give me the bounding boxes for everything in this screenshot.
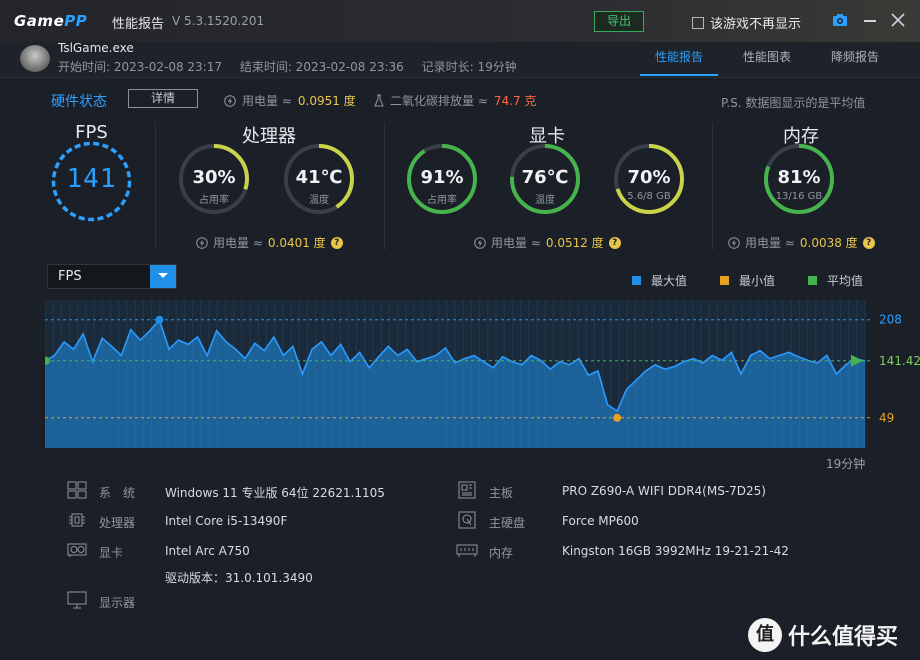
tab-performance-report[interactable]: 性能报告 — [640, 48, 718, 76]
total-power-value: 0.0951 度 — [297, 94, 356, 108]
disk-label: 主硬盘 — [489, 516, 526, 530]
game-avatar — [20, 45, 50, 72]
max-marker — [155, 315, 164, 324]
flask-icon — [374, 94, 384, 107]
tab-performance-chart[interactable]: 性能图表 — [728, 48, 806, 76]
watermark-logo: 值 — [748, 618, 782, 652]
cpu-usage-caption: 占用率 — [199, 195, 229, 206]
no-show-checkbox[interactable]: 该游戏不再显示 — [692, 13, 801, 32]
cpu-power: 用电量 ≈ 0.0401 度 ? — [196, 234, 343, 251]
session-times: 开始时间: 2023-02-08 23:17 结束时间: 2023-02-08 … — [58, 58, 531, 75]
disk-value: Force MP600 — [562, 514, 639, 528]
cpu-label: 处理器 — [99, 516, 136, 530]
exe-name: TslGame.exe — [58, 41, 134, 55]
cpu-usage-value: 30% — [192, 167, 236, 188]
watermark-text: 什么值得买 — [788, 625, 899, 650]
avg-value-label: 141.42 — [879, 354, 920, 368]
divider — [712, 122, 713, 250]
legend-item-min: 最小值 — [720, 272, 775, 289]
hardware-status-title: 硬件状态 — [51, 94, 107, 110]
os-label: 系 统 — [99, 486, 136, 500]
cpu-chip-icon — [69, 513, 85, 527]
duration: 记录时长: 19分钟 — [421, 60, 517, 74]
memory-power: 用电量 ≈ 0.0038 度 ? — [728, 234, 875, 251]
bolt-icon — [728, 236, 740, 249]
chevron-down-icon[interactable] — [150, 265, 176, 288]
cpu-temp-value: 41℃ — [295, 167, 343, 188]
gpu-mem-caption: 5.6/8 GB — [627, 191, 671, 202]
motherboard-label: 主板 — [489, 486, 514, 500]
minimize-icon[interactable] — [864, 20, 876, 22]
gpu-power-value: 0.0512 度 — [545, 236, 604, 250]
legend-item-avg: 平均值 — [808, 272, 863, 289]
fps-chart: 208 141.42 49 — [45, 300, 920, 448]
max-value-label: 208 — [879, 313, 902, 327]
camera-icon[interactable] — [832, 13, 848, 27]
bolt-icon — [196, 236, 208, 249]
ram-icon — [456, 544, 478, 557]
app-logo: GamePP — [14, 12, 88, 30]
gpu-value: Intel Arc A750 — [165, 544, 250, 558]
gpu-driver-version: 驱动版本：31.0.101.3490 — [165, 571, 313, 585]
divider — [384, 122, 385, 250]
gpu-card-icon — [67, 543, 87, 557]
cpu-power-value: 0.0401 度 — [267, 236, 326, 250]
help-icon[interactable]: ? — [608, 236, 621, 249]
export-button[interactable]: 导出 — [594, 11, 644, 32]
co2-emission: 二氧化碳排放量 ≈ 74.7 克 — [374, 92, 536, 109]
cpu-value: Intel Core i5-13490F — [165, 514, 288, 528]
average-note: P.S. 数据图显示的是平均值 — [721, 96, 866, 110]
gpu-temp-value: 76℃ — [521, 167, 569, 188]
disk-icon — [458, 511, 476, 529]
details-button[interactable]: 详情 — [128, 89, 198, 108]
windows-icon — [67, 481, 87, 499]
memory-power-value: 0.0038 度 — [799, 236, 858, 250]
min-marker — [613, 413, 622, 422]
ram-value: Kingston 16GB 3992MHz 19-21-21-42 — [562, 544, 789, 558]
mem-usage-value: 81% — [777, 167, 821, 188]
total-power: 用电量 ≈ 0.0951 度 — [224, 92, 356, 109]
help-icon[interactable]: ? — [330, 236, 343, 249]
legend-swatch — [808, 276, 817, 285]
legend-item-max: 最大值 — [632, 272, 687, 289]
ram-label: 内存 — [489, 546, 514, 560]
metric-select[interactable]: FPS — [47, 264, 177, 289]
report-tabs: 性能报告 性能图表 降频报告 — [640, 48, 904, 76]
cpu-temp-caption: 温度 — [309, 195, 329, 206]
help-icon[interactable]: ? — [862, 236, 875, 249]
end-time: 结束时间: 2023-02-08 23:36 — [239, 60, 404, 74]
fps-value: 141 — [66, 164, 117, 194]
co2-value: 74.7 克 — [493, 94, 537, 108]
gpu-mem-value: 70% — [627, 167, 671, 188]
checkbox-icon[interactable] — [692, 16, 704, 29]
gpu-usage-value: 91% — [420, 167, 464, 188]
tab-throttle-report[interactable]: 降频报告 — [816, 48, 894, 76]
no-show-label: 该游戏不再显示 — [710, 17, 802, 32]
motherboard-icon — [458, 481, 476, 499]
divider — [155, 122, 156, 250]
chart-duration-label: 19分钟 — [826, 457, 866, 471]
monitor-icon — [67, 591, 87, 609]
mem-usage-caption: 13/16 GB — [775, 191, 823, 202]
window-title: 性能报告 — [112, 17, 165, 32]
legend-swatch — [632, 276, 641, 285]
min-value-label: 49 — [879, 411, 894, 425]
start-time: 开始时间: 2023-02-08 23:17 — [58, 60, 222, 74]
legend-swatch — [720, 276, 729, 285]
bolt-icon — [474, 236, 486, 249]
gpu-label: 显卡 — [99, 546, 124, 560]
close-icon[interactable] — [891, 13, 905, 27]
os-value: Windows 11 专业版 64位 22621.1105 — [165, 486, 385, 500]
version-label: V 5.3.1520.201 — [172, 14, 265, 28]
gpu-power: 用电量 ≈ 0.0512 度 ? — [474, 234, 621, 251]
metric-select-value: FPS — [58, 269, 82, 284]
watermark: 值 什么值得买 — [748, 618, 898, 652]
display-label: 显示器 — [99, 596, 136, 610]
motherboard-value: PRO Z690-A WIFI DDR4(MS-7D25) — [562, 484, 766, 498]
bolt-icon — [224, 94, 236, 107]
gpu-temp-caption: 温度 — [535, 195, 555, 206]
gpu-usage-caption: 占用率 — [427, 195, 457, 206]
